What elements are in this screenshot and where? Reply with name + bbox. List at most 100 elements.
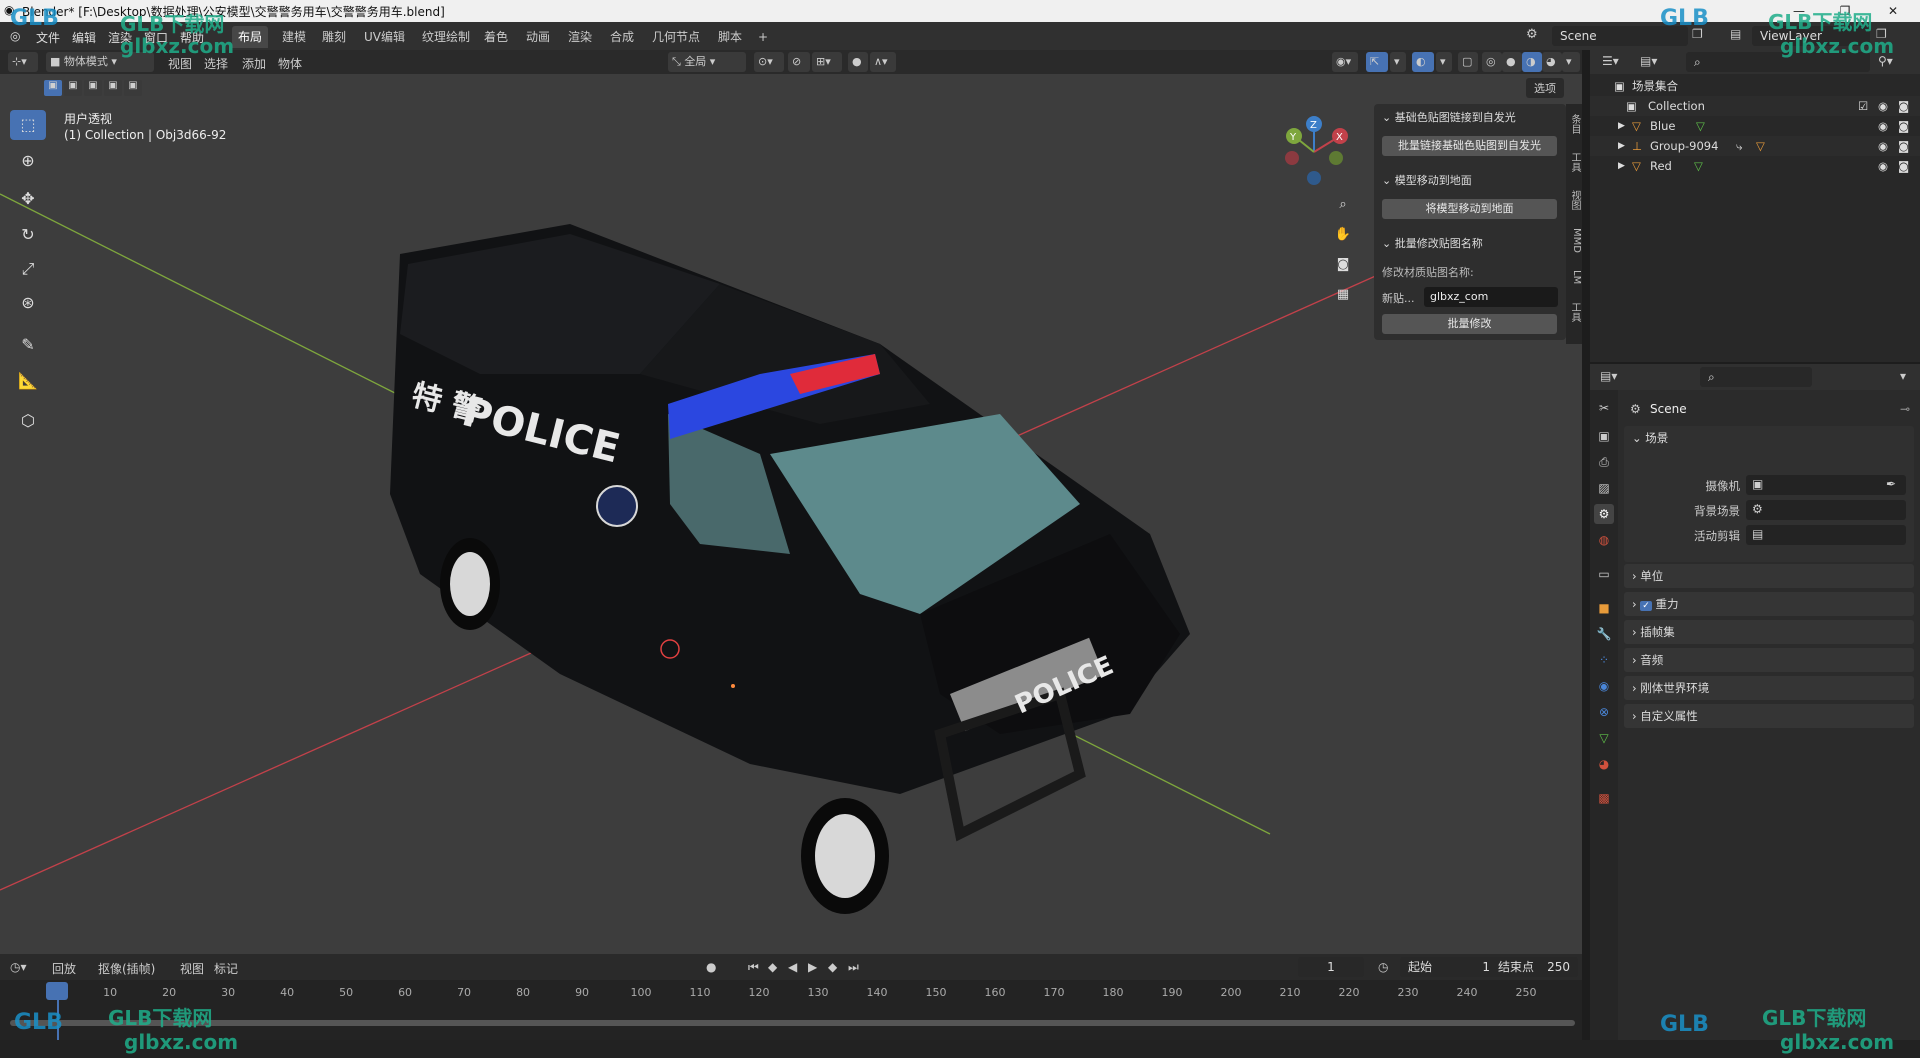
background-scene-field[interactable]: ⚙ <box>1746 500 1906 520</box>
tab-layout[interactable]: 布局 <box>232 26 269 48</box>
gizmo-toggle[interactable]: ⇱ <box>1366 52 1388 72</box>
eye-icon[interactable]: ◉ <box>1878 136 1888 156</box>
rendered-shading-button[interactable]: ◕ <box>1542 52 1562 72</box>
xray-toggle[interactable]: ▢ <box>1458 52 1478 72</box>
object-tab-icon[interactable]: ■ <box>1594 598 1614 618</box>
select-box-icon[interactable]: ⬚ <box>10 110 46 140</box>
eye-icon[interactable]: ◉ <box>1878 116 1888 136</box>
menu-keying[interactable]: 抠像(插帧) <box>98 960 155 977</box>
transform-orientation-selector[interactable]: ⤡ 全局 ▾ <box>668 52 746 72</box>
record-icon[interactable]: ● <box>706 960 716 974</box>
material-tab-icon[interactable]: ◕ <box>1594 754 1614 774</box>
world-tab-icon[interactable]: ◍ <box>1594 530 1614 550</box>
start-frame-field[interactable]: 起始 1 <box>1400 957 1498 977</box>
camera-view-icon[interactable]: ◙ <box>1332 254 1354 276</box>
shading-dropdown[interactable]: ▾ <box>1562 52 1580 72</box>
eye-icon[interactable]: ◉ <box>1878 96 1888 116</box>
particles-tab-icon[interactable]: ⁘ <box>1594 650 1614 670</box>
prev-keyframe-icon[interactable]: ◆ <box>768 960 777 974</box>
select-new-icon[interactable]: ▣ <box>44 80 62 96</box>
tab-lm[interactable]: LM <box>1566 264 1582 290</box>
new-name-input[interactable]: glbxz_com <box>1424 287 1558 307</box>
view-layer-tab-icon[interactable]: ▨ <box>1594 478 1614 498</box>
eyedropper-icon[interactable]: ✒ <box>1886 477 1896 491</box>
tab-compositing[interactable]: 合成 <box>604 26 640 48</box>
camera-icon[interactable]: ◙ <box>1898 136 1909 156</box>
camera-field[interactable]: ▣ ✒ <box>1746 475 1906 495</box>
measure-icon[interactable]: 📐 <box>10 366 46 396</box>
proportional-edit-toggle[interactable]: ● <box>848 52 868 72</box>
pin-icon[interactable]: ⊸ <box>1900 402 1910 416</box>
scene-collection-row[interactable]: ▣ 场景集合 <box>1590 76 1920 96</box>
editor-type-icon[interactable]: ⊹▾ <box>8 52 38 72</box>
end-frame-field[interactable]: 结束点 250 <box>1490 957 1578 977</box>
tab-item[interactable]: 条目 <box>1566 108 1582 140</box>
properties-options-icon[interactable]: ▾ <box>1900 369 1906 383</box>
gravity-checkbox[interactable]: ✓ <box>1640 601 1652 611</box>
play-reverse-icon[interactable]: ◀ <box>788 960 797 974</box>
options-button[interactable]: 选项 <box>1526 78 1564 98</box>
3d-viewport[interactable]: 特 警 POLICE POLICE 用户透视 (1) Collection | … <box>0 74 1582 954</box>
select-extend-icon[interactable]: ▣ <box>64 80 82 96</box>
next-keyframe-icon[interactable]: ◆ <box>828 960 837 974</box>
batch-rename-button[interactable]: 批量修改 <box>1382 314 1557 334</box>
timeline-scrollbar[interactable] <box>10 1020 1575 1026</box>
properties-search-input[interactable]: ⌕ <box>1700 367 1812 387</box>
outliner-item[interactable]: ▶ ⊥ Group-9094 ⤷ ▽ ◉ ◙ <box>1590 136 1920 156</box>
ortho-grid-icon[interactable]: ▦ <box>1332 284 1354 306</box>
gravity-section[interactable]: › ✓ 重力 <box>1624 592 1914 616</box>
add-cube-icon[interactable]: ⬡ <box>10 406 46 436</box>
timeline-type-icon[interactable]: ◷▾ <box>10 960 27 974</box>
scale-icon[interactable]: ⤢ <box>10 254 46 284</box>
jump-end-icon[interactable]: ⏭ <box>848 960 859 975</box>
tab-tool-2[interactable]: 工具 <box>1566 296 1582 328</box>
camera-icon[interactable]: ◙ <box>1898 116 1909 136</box>
material-shading-button[interactable]: ◑ <box>1522 52 1542 72</box>
blender-menu-icon[interactable]: ◎ <box>10 29 20 43</box>
render-tab-icon[interactable]: ▣ <box>1594 426 1614 446</box>
select-subtract-icon[interactable]: ▣ <box>84 80 102 96</box>
stopwatch-icon[interactable]: ◷ <box>1378 960 1388 974</box>
units-section[interactable]: › 单位 <box>1624 564 1914 588</box>
viewlayer-icon[interactable]: ▤ <box>1730 27 1741 41</box>
solid-shading-button[interactable]: ● <box>1502 52 1522 72</box>
constraints-tab-icon[interactable]: ⊗ <box>1594 702 1614 722</box>
falloff-button[interactable]: ∧▾ <box>870 52 896 72</box>
playhead[interactable] <box>46 982 68 1000</box>
jump-start-icon[interactable]: ⏮ <box>748 960 759 975</box>
camera-icon[interactable]: ◙ <box>1898 96 1909 116</box>
gizmo-dropdown[interactable]: ▾ <box>1390 52 1406 72</box>
scene-icon[interactable]: ⚙ <box>1526 27 1538 42</box>
menu-file[interactable]: 文件 <box>36 29 60 46</box>
menu-add[interactable]: 添加 <box>242 55 266 72</box>
keying-sets-section[interactable]: › 插帧集 <box>1624 620 1914 644</box>
physics-tab-icon[interactable]: ◉ <box>1594 676 1614 696</box>
cursor-icon[interactable]: ⊕ <box>10 146 46 176</box>
move-icon[interactable]: ✥ <box>10 184 46 214</box>
tab-modeling[interactable]: 建模 <box>276 26 312 48</box>
tab-sculpting[interactable]: 雕刻 <box>316 26 352 48</box>
display-mode-icon[interactable]: ▤▾ <box>1640 54 1657 68</box>
scene-panel-header[interactable]: ⌄ 场景 <box>1632 426 1668 450</box>
menu-playback[interactable]: 回放 <box>52 960 76 977</box>
tab-mmd[interactable]: MMD <box>1566 222 1582 258</box>
current-frame-input[interactable]: 1 <box>1298 957 1364 977</box>
audio-section[interactable]: › 音频 <box>1624 648 1914 672</box>
snap-toggle[interactable]: ⊘ <box>788 52 810 72</box>
move-to-ground-button[interactable]: 将模型移动到地面 <box>1382 199 1557 219</box>
overlay-dropdown[interactable]: ▾ <box>1436 52 1452 72</box>
checkbox-icon[interactable]: ☑ <box>1858 96 1868 116</box>
expand-icon[interactable]: ▶ <box>1618 136 1625 156</box>
custom-properties-section[interactable]: › 自定义属性 <box>1624 704 1914 728</box>
add-workspace-button[interactable]: + <box>752 26 774 48</box>
menu-edit[interactable]: 编辑 <box>72 29 96 46</box>
menu-object[interactable]: 物体 <box>278 55 302 72</box>
pivot-point-button[interactable]: ⊙▾ <box>754 52 784 72</box>
scene-tab-icon[interactable]: ⚙ <box>1594 504 1614 524</box>
collection-row[interactable]: ▣ Collection ☑ ◉ ◙ <box>1590 96 1920 116</box>
transform-icon[interactable]: ⊛ <box>10 288 46 318</box>
rigid-body-world-section[interactable]: › 刚体世界环境 <box>1624 676 1914 700</box>
snap-target-button[interactable]: ⊞▾ <box>812 52 842 72</box>
section-move-ground-title[interactable]: ⌄ 模型移动到地面 <box>1382 172 1472 188</box>
outliner-item[interactable]: ▶ ▽ Blue ▽ ◉ ◙ <box>1590 116 1920 136</box>
